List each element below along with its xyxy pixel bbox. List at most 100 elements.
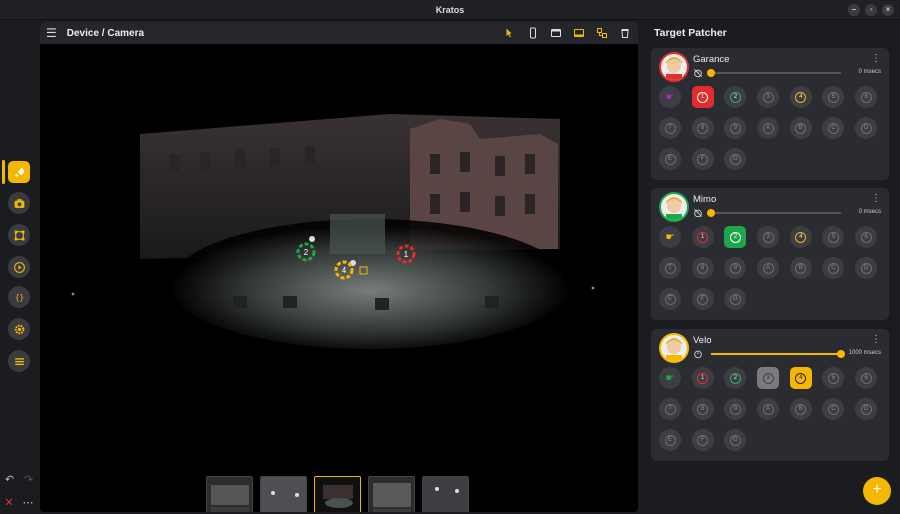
camera-thumbnail-selected[interactable] xyxy=(314,476,361,512)
pointer-icon[interactable] xyxy=(503,26,517,40)
delay-slider[interactable] xyxy=(711,350,845,358)
window-bottom-icon[interactable] xyxy=(572,26,586,40)
target-button-F[interactable]: F xyxy=(691,429,714,451)
hand-button[interactable]: ☛ xyxy=(659,226,681,248)
more-vert-icon[interactable]: ⋮ xyxy=(871,193,881,204)
camera-thumbnail[interactable] xyxy=(422,476,469,512)
target-button-8[interactable]: 8 xyxy=(691,257,714,279)
delay-slider[interactable] xyxy=(707,69,841,77)
disconnect-icon[interactable]: ✕ xyxy=(4,496,13,509)
timer-icon[interactable] xyxy=(693,349,703,359)
target-button-7[interactable]: 7 xyxy=(659,117,681,139)
target-button-D[interactable]: D xyxy=(855,257,878,279)
minimize-button[interactable]: – xyxy=(848,4,860,16)
hand-button[interactable]: ☛ xyxy=(659,86,681,108)
target-button-G[interactable]: G xyxy=(724,429,747,451)
target-button-3[interactable]: 3 xyxy=(757,367,780,389)
target-button-3[interactable]: 3 xyxy=(757,226,780,248)
gear-icon[interactable] xyxy=(8,318,30,340)
code-braces-icon[interactable]: {} xyxy=(8,286,30,308)
target-button-label: A xyxy=(762,262,774,274)
target-button-G[interactable]: G xyxy=(724,288,747,310)
target-button-4[interactable]: 4 xyxy=(789,226,812,248)
target-button-E[interactable]: E xyxy=(659,288,681,310)
target-button-6[interactable]: 6 xyxy=(855,367,878,389)
target-button-7[interactable]: 7 xyxy=(659,398,681,420)
target-button-2[interactable]: 2 xyxy=(724,86,747,108)
svg-text:4: 4 xyxy=(342,266,347,275)
target-button-A[interactable]: A xyxy=(757,257,780,279)
target-button-2[interactable]: 2 xyxy=(724,226,747,248)
target-button-5[interactable]: 5 xyxy=(822,226,845,248)
target-button-E[interactable]: E xyxy=(659,429,681,451)
target-button-label: 2 xyxy=(729,372,741,384)
target-button-2[interactable]: 2 xyxy=(724,367,747,389)
redo-icon[interactable]: ↷ xyxy=(24,473,33,486)
target-button-B[interactable]: B xyxy=(789,117,812,139)
target-button-6[interactable]: 6 xyxy=(855,86,878,108)
target-button-8[interactable]: 8 xyxy=(691,117,714,139)
camera-icon[interactable] xyxy=(8,192,30,214)
target-button-D[interactable]: D xyxy=(855,398,878,420)
more-vert-icon[interactable]: ⋮ xyxy=(871,334,881,345)
delay-slider-handle[interactable] xyxy=(707,209,715,217)
camera-thumbnail[interactable] xyxy=(206,476,253,512)
target-button-4[interactable]: 4 xyxy=(789,86,812,108)
trash-icon[interactable] xyxy=(618,26,632,40)
menu-icon[interactable] xyxy=(8,350,30,372)
target-button-D[interactable]: D xyxy=(855,117,878,139)
camera-view[interactable]: 2 1 4 xyxy=(40,44,638,512)
layout-icon[interactable] xyxy=(595,26,609,40)
target-button-9[interactable]: 9 xyxy=(724,257,747,279)
target-button-1[interactable]: 1 xyxy=(691,367,714,389)
timer-off-icon[interactable] xyxy=(693,68,703,78)
target-button-B[interactable]: B xyxy=(789,257,812,279)
target-button-3[interactable]: 3 xyxy=(757,86,780,108)
target-button-5[interactable]: 5 xyxy=(822,86,845,108)
target-button-1[interactable]: 1 xyxy=(691,86,714,108)
avatar[interactable] xyxy=(659,192,689,222)
hamburger-menu-icon[interactable]: ☰ xyxy=(46,26,57,40)
target-button-A[interactable]: A xyxy=(757,398,780,420)
target-button-G[interactable]: G xyxy=(724,148,747,170)
avatar[interactable] xyxy=(659,333,689,363)
undo-icon[interactable]: ↶ xyxy=(5,473,14,486)
target-button-F[interactable]: F xyxy=(691,148,714,170)
target-button-A[interactable]: A xyxy=(757,117,780,139)
hand-button[interactable]: ☛ xyxy=(659,367,681,389)
target-button-5[interactable]: 5 xyxy=(822,367,845,389)
shape-icon[interactable] xyxy=(8,224,30,246)
phone-icon[interactable] xyxy=(526,26,540,40)
target-button-F[interactable]: F xyxy=(691,288,714,310)
delay-slider-handle[interactable] xyxy=(837,350,845,358)
target-button-E[interactable]: E xyxy=(659,148,681,170)
target-button-9[interactable]: 9 xyxy=(724,117,747,139)
target-button-1[interactable]: 1 xyxy=(691,226,714,248)
target-button-6[interactable]: 6 xyxy=(855,226,878,248)
window-icon[interactable] xyxy=(549,26,563,40)
rocket-icon[interactable] xyxy=(8,161,30,183)
avatar[interactable] xyxy=(659,52,689,82)
target-button-C[interactable]: C xyxy=(822,398,845,420)
target-button-C[interactable]: C xyxy=(822,117,845,139)
maximize-button[interactable]: ▫ xyxy=(865,4,877,16)
play-icon[interactable] xyxy=(8,256,30,278)
target-button-C[interactable]: C xyxy=(822,257,845,279)
target-button-label: G xyxy=(729,293,741,305)
add-target-button[interactable]: + xyxy=(863,477,891,505)
timer-off-icon[interactable] xyxy=(693,208,703,218)
delay-slider[interactable] xyxy=(707,209,841,217)
delay-value: 0 msecs xyxy=(858,209,881,215)
target-button-B[interactable]: B xyxy=(789,398,812,420)
target-button-9[interactable]: 9 xyxy=(724,398,747,420)
camera-thumbnail[interactable] xyxy=(368,476,415,512)
target-button-4[interactable]: 4 xyxy=(789,367,812,389)
close-button[interactable]: × xyxy=(882,4,894,16)
more-icon[interactable]: ⋯ xyxy=(23,496,34,509)
target-button-7[interactable]: 7 xyxy=(659,257,681,279)
target-button-label: 4 xyxy=(795,372,807,384)
delay-slider-handle[interactable] xyxy=(707,69,715,77)
target-button-8[interactable]: 8 xyxy=(691,398,714,420)
more-vert-icon[interactable]: ⋮ xyxy=(871,53,881,64)
camera-thumbnail[interactable] xyxy=(260,476,307,512)
